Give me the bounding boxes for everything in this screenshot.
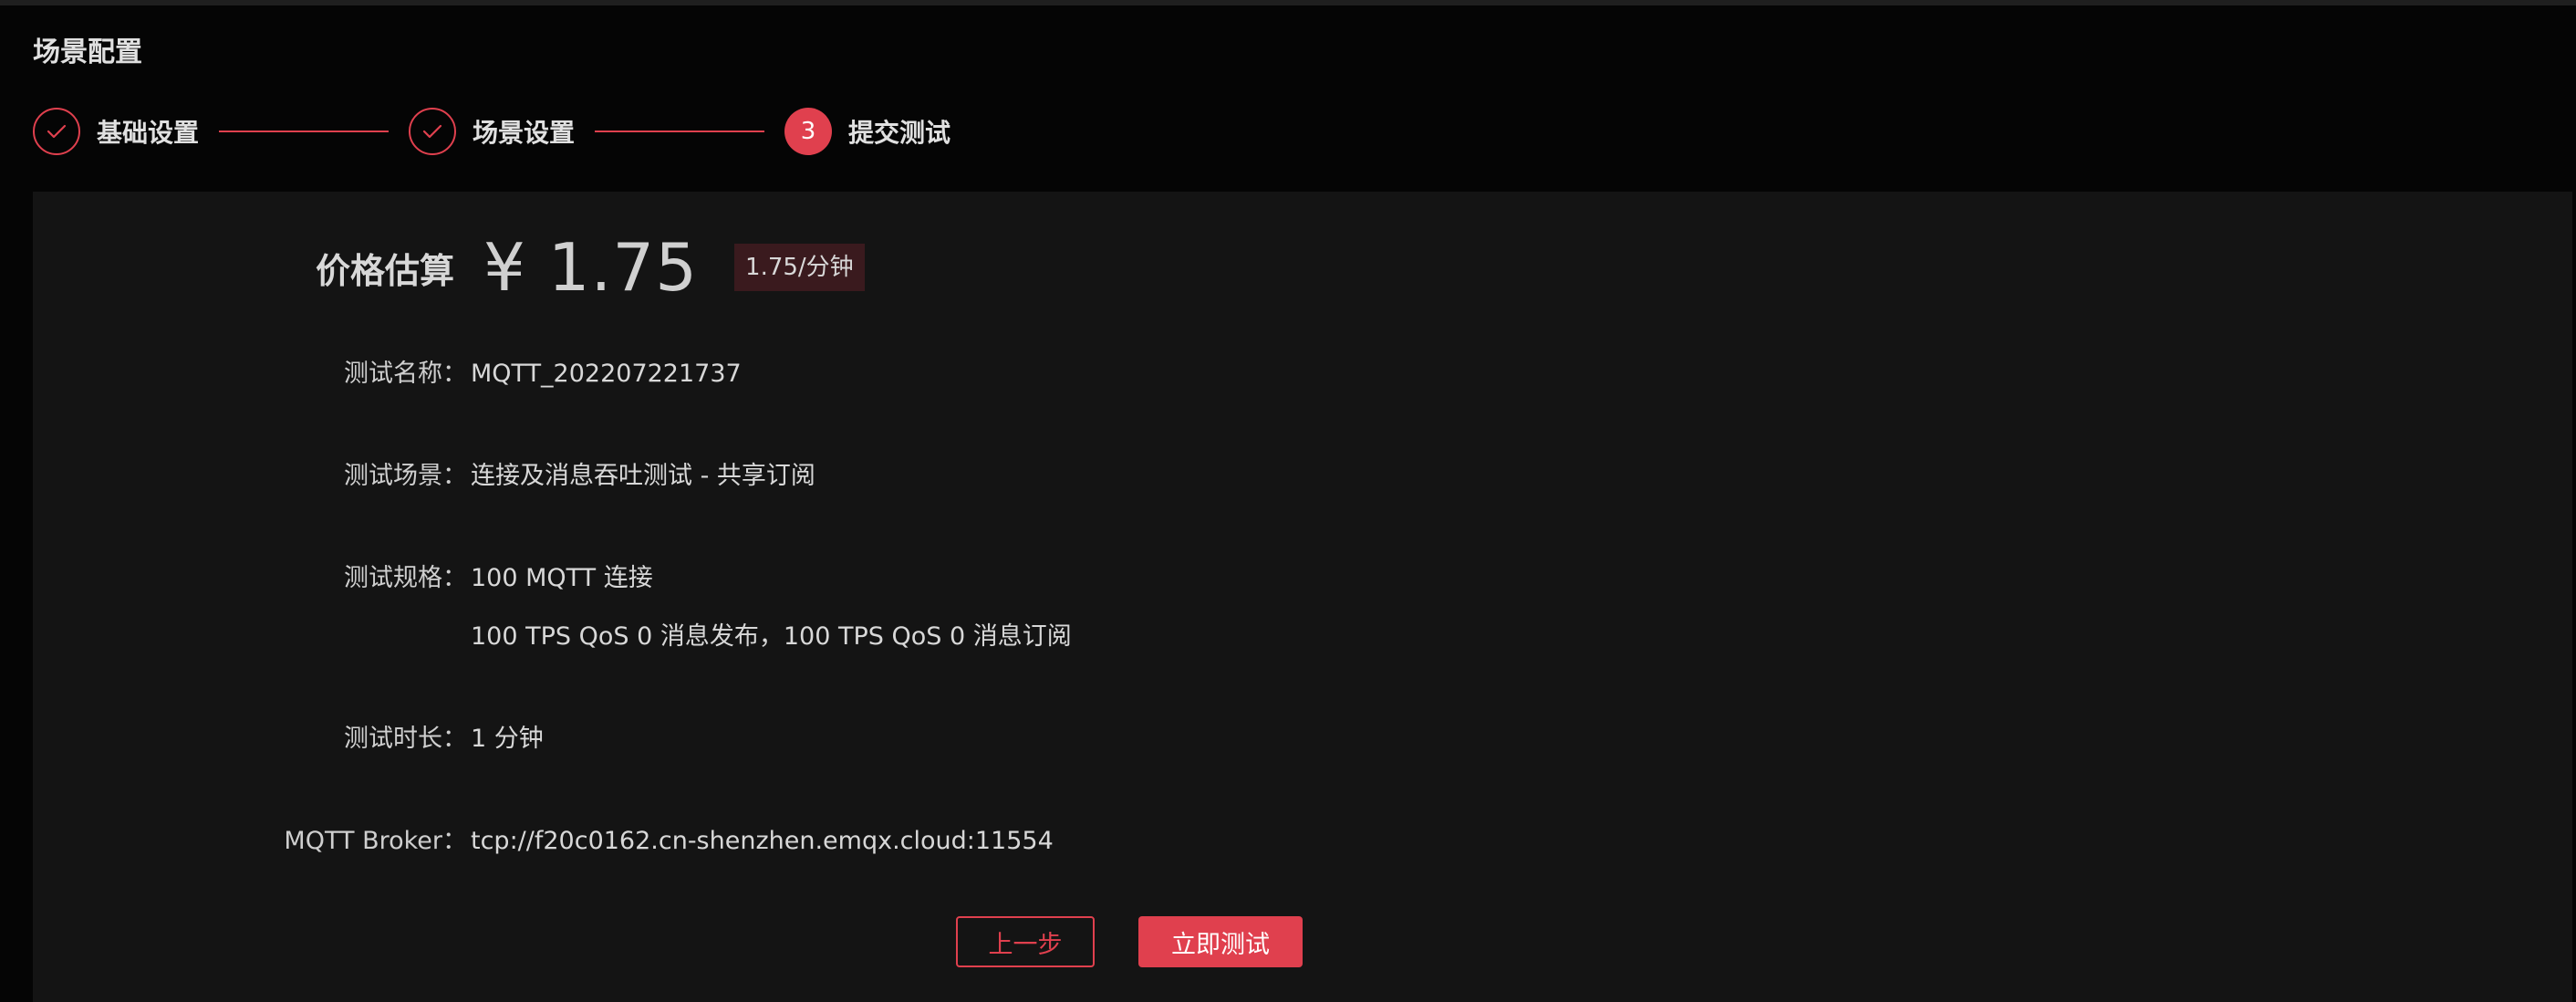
mqtt-broker-value: tcp://f20c0162.cn-shenzhen.emqx.cloud:11… <box>471 827 1054 855</box>
test-name-value: MQTT_202207221737 <box>471 360 742 388</box>
start-test-button[interactable]: 立即测试 <box>1138 916 1303 967</box>
test-spec-connections: 100 MQTT 连接 <box>471 564 653 592</box>
test-name-row: 测试名称： MQTT_202207221737 <box>33 356 742 392</box>
previous-step-button[interactable]: 上一步 <box>956 916 1095 967</box>
step-scene-settings[interactable]: 场景设置 <box>409 108 575 155</box>
test-duration-row: 测试时长： 1 分钟 <box>33 721 544 757</box>
mqtt-broker-row: MQTT Broker： tcp://f20c0162.cn-shenzhen.… <box>33 823 1054 860</box>
step-1-indicator <box>33 108 80 155</box>
test-spec-row: 测试规格： 100 MQTT 连接 100 TPS QoS 0 消息发布，100… <box>33 560 1072 655</box>
test-spec-value: 100 MQTT 连接 100 TPS QoS 0 消息发布，100 TPS Q… <box>471 560 1072 655</box>
price-estimate: 价格估算 ¥ 1.75 1.75/分钟 <box>316 226 865 308</box>
test-spec-throughput: 100 TPS QoS 0 消息发布，100 TPS QoS 0 消息订阅 <box>471 622 1072 651</box>
step-connector-2 <box>595 130 765 132</box>
step-2-label: 场景设置 <box>473 118 576 148</box>
test-scene-value: 连接及消息吞吐测试 - 共享订阅 <box>471 462 815 490</box>
step-1-label: 基础设置 <box>97 118 200 148</box>
step-3-indicator: 3 <box>784 108 833 155</box>
price-label: 价格估算 <box>316 250 455 291</box>
step-submit-test: 3 提交测试 <box>784 108 950 155</box>
price-amount: ¥ 1.75 <box>483 229 699 306</box>
stepper: 基础设置 场景设置 3 提交测试 <box>33 106 950 157</box>
test-duration-value: 1 分钟 <box>471 725 544 753</box>
test-scene-label: 测试场景： <box>344 462 467 490</box>
check-icon <box>422 124 442 139</box>
mqtt-broker-label: MQTT Broker： <box>284 827 467 855</box>
check-icon <box>47 124 67 139</box>
summary-panel: 价格估算 ¥ 1.75 1.75/分钟 测试名称： MQTT_202207221… <box>33 192 2572 1002</box>
test-name-label: 测试名称： <box>344 360 467 388</box>
test-duration-label: 测试时长： <box>344 725 467 753</box>
page-title: 场景配置 <box>33 37 142 68</box>
test-scene-row: 测试场景： 连接及消息吞吐测试 - 共享订阅 <box>33 458 815 495</box>
price-per-minute-badge: 1.75/分钟 <box>734 244 865 291</box>
step-connector-1 <box>219 130 390 132</box>
test-spec-label: 测试规格： <box>344 564 467 592</box>
top-border <box>0 0 2576 5</box>
step-basic-settings[interactable]: 基础设置 <box>33 108 199 155</box>
step-3-label: 提交测试 <box>848 118 951 148</box>
step-2-indicator <box>409 108 457 155</box>
